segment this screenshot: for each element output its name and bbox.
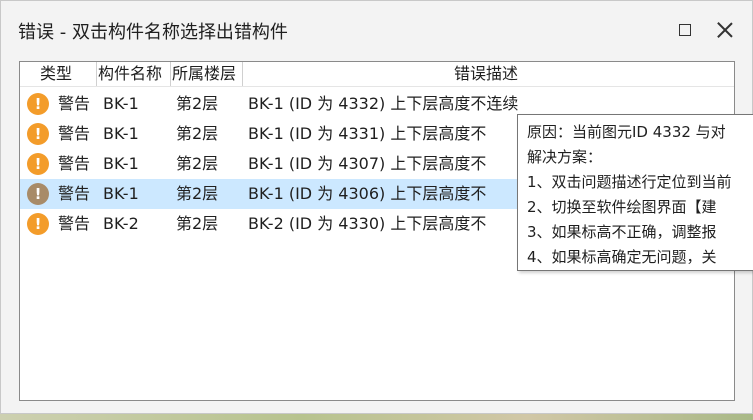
tooltip-line: 2、切换至软件绘图界面【建 (527, 198, 717, 216)
tooltip-line: 原因：当前图元ID 4332 与对 (527, 123, 726, 141)
close-button[interactable] (705, 13, 745, 47)
warning-icon: ! (27, 93, 49, 115)
warning-icon: ! (27, 153, 49, 175)
tooltip-line: 3、如果标高不正确，调整报 (527, 223, 717, 241)
row-floor: 第2层 (176, 184, 219, 203)
column-header-type[interactable]: 类型 (40, 62, 72, 86)
row-floor: 第2层 (176, 124, 219, 143)
column-header-name[interactable]: 构件名称 (98, 62, 162, 86)
tooltip-line: 1、双击问题描述行定位到当前 (527, 173, 732, 191)
column-divider[interactable] (242, 62, 243, 86)
row-floor: 第2层 (176, 154, 219, 173)
error-tooltip: 原因：当前图元ID 4332 与对 解决方案： 1、双击问题描述行定位到当前 2… (517, 114, 753, 271)
warning-icon: ! (27, 213, 49, 235)
row-component-name[interactable]: BK-1 (103, 119, 139, 149)
row-error-description: BK-1 (ID 为 4306) 上下层高度不 (248, 184, 487, 203)
row-floor: 第2层 (176, 94, 219, 113)
row-component-name[interactable]: BK-2 (103, 209, 139, 239)
row-error-description: BK-1 (ID 为 4331) 上下层高度不 (248, 124, 487, 143)
row-error-description: BK-2 (ID 为 4330) 上下层高度不 (248, 214, 487, 233)
tooltip-line: 4、如果标高确定无问题，关 (527, 248, 717, 266)
title-bar: 错误 - 双击构件名称选择出错构件 (1, 1, 752, 57)
row-component-name[interactable]: BK-1 (103, 179, 139, 209)
list-header: 类型 构件名称 所属楼层 错误描述 (20, 62, 734, 87)
row-type: 警告 (58, 124, 91, 143)
close-icon (717, 22, 733, 38)
row-component-name[interactable]: BK-1 (103, 89, 139, 119)
row-type: 警告 (58, 154, 91, 173)
row-error-description: BK-1 (ID 为 4332) 上下层高度不连续 (248, 94, 519, 113)
row-floor: 第2层 (176, 214, 219, 233)
column-header-floor[interactable]: 所属楼层 (172, 62, 236, 86)
row-error-description: BK-1 (ID 为 4307) 上下层高度不 (248, 154, 487, 173)
maximize-icon (679, 24, 691, 36)
row-type: 警告 (58, 94, 91, 113)
window-title: 错误 - 双击构件名称选择出错构件 (18, 22, 288, 43)
row-type: 警告 (58, 214, 91, 233)
maximize-button[interactable] (665, 13, 705, 47)
warning-icon: ! (27, 123, 49, 145)
error-dialog: 错误 - 双击构件名称选择出错构件 类型 构件名称 所属楼层 错误描述 ! 警告 B… (0, 0, 753, 414)
row-type: 警告 (58, 184, 91, 203)
column-divider[interactable] (96, 62, 97, 86)
column-header-description[interactable]: 错误描述 (454, 62, 518, 86)
row-component-name[interactable]: BK-1 (103, 149, 139, 179)
warning-icon: ! (27, 183, 49, 205)
tooltip-line: 解决方案： (527, 148, 603, 166)
column-divider[interactable] (170, 62, 171, 86)
